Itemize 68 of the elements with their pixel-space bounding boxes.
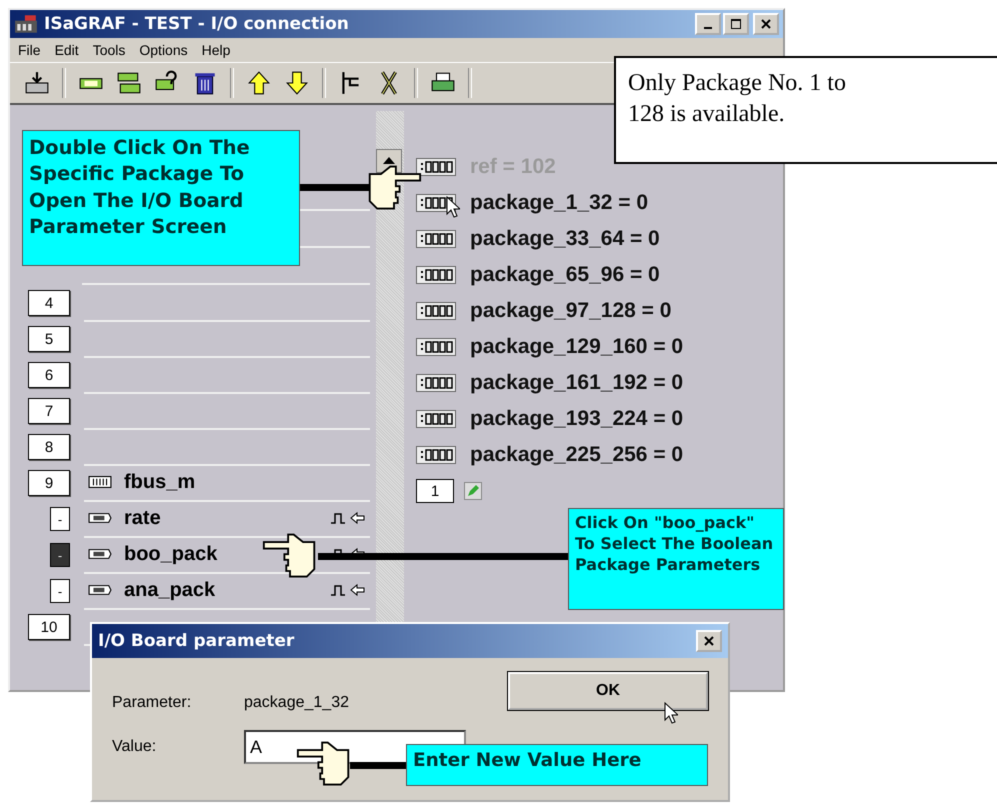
cursor-icon (664, 702, 678, 724)
slot-number[interactable]: 5 (28, 326, 70, 352)
package-name[interactable]: rate (124, 506, 161, 530)
register-icon (416, 158, 456, 176)
menu-item[interactable]: File (18, 42, 41, 58)
menu-item[interactable]: Tools (92, 42, 126, 58)
variable-name[interactable]: package_33_64 = 0 (470, 227, 660, 251)
register-icon (416, 410, 456, 428)
close-button[interactable] (753, 13, 779, 35)
parameter-label: Parameter: (112, 694, 192, 712)
variable-name[interactable]: package_161_192 = 0 (470, 371, 684, 395)
register-icon (416, 230, 456, 248)
callout-note: Click On "boo_pack" To Select The Boolean Package Parameters (568, 508, 784, 610)
stacked-cards-icon[interactable] (116, 70, 142, 96)
close-icon (761, 19, 771, 29)
variable-name[interactable]: package_65_96 = 0 (470, 263, 660, 287)
minimize-button[interactable] (695, 13, 721, 35)
register-icon (416, 302, 456, 320)
slot-number[interactable]: 4 (28, 290, 70, 316)
card-icon (88, 546, 112, 562)
variable-name[interactable]: package_225_256 = 0 (470, 443, 684, 467)
tray-icon[interactable] (24, 70, 50, 96)
register-icon (416, 446, 456, 464)
pulse-arrow-icon (330, 511, 366, 525)
parameter-value: package_1_32 (244, 694, 349, 712)
card-icon (88, 582, 112, 598)
package-name[interactable]: ana_pack (124, 578, 216, 602)
slot-number[interactable]: 8 (28, 434, 70, 460)
close-icon (704, 636, 714, 646)
ok-button[interactable]: OK (508, 672, 708, 710)
cursor-icon (446, 196, 460, 218)
slot-number[interactable]: 10 (28, 614, 70, 640)
menu-item[interactable]: Edit (54, 42, 79, 58)
up-arrow-icon[interactable] (246, 70, 272, 96)
board-name[interactable]: fbus_m (124, 470, 196, 494)
window-title: ISaGRAF - TEST - I/O connection (44, 14, 349, 34)
pulse-arrow-icon (330, 583, 366, 597)
package-marker[interactable]: - (50, 543, 70, 567)
variable-name[interactable]: package_97_128 = 0 (470, 299, 672, 323)
menu-item[interactable]: Options (139, 42, 188, 58)
callout-note: Double Click On The Specific Package To Open The I/O Board Parameter Screen (22, 130, 300, 266)
card-icon (88, 510, 112, 526)
package-marker[interactable]: - (50, 507, 70, 531)
variable-name[interactable]: package_193_224 = 0 (470, 407, 684, 431)
minimize-icon (704, 27, 712, 29)
maximize-icon (731, 19, 741, 29)
slot-number[interactable]: 7 (28, 398, 70, 424)
callout-note: Enter New Value Here (406, 744, 708, 786)
register-icon (416, 266, 456, 284)
slot-number[interactable]: 6 (28, 362, 70, 388)
package-name[interactable]: boo_pack (124, 542, 218, 566)
variable-name[interactable]: package_129_160 = 0 (470, 335, 684, 359)
pencil-icon[interactable] (464, 482, 482, 500)
close-button[interactable] (696, 630, 722, 652)
app-icon (14, 14, 38, 34)
dialog-title: I/O Board parameter (98, 631, 294, 651)
maximize-button[interactable] (723, 13, 749, 35)
note-box: Only Package No. 1 to 128 is available. (614, 56, 997, 164)
variable-name[interactable]: package_1_32 = 0 (470, 191, 648, 215)
menu-item[interactable]: Help (202, 42, 230, 58)
down-arrow-icon[interactable] (284, 70, 310, 96)
package-marker[interactable]: - (50, 579, 70, 603)
slot-number[interactable]: 9 (28, 470, 70, 496)
board-icon (88, 474, 112, 490)
value-label: Value: (112, 738, 158, 756)
register-icon (416, 374, 456, 392)
register-icon (416, 338, 456, 356)
index-field[interactable]: 1 (416, 479, 454, 503)
